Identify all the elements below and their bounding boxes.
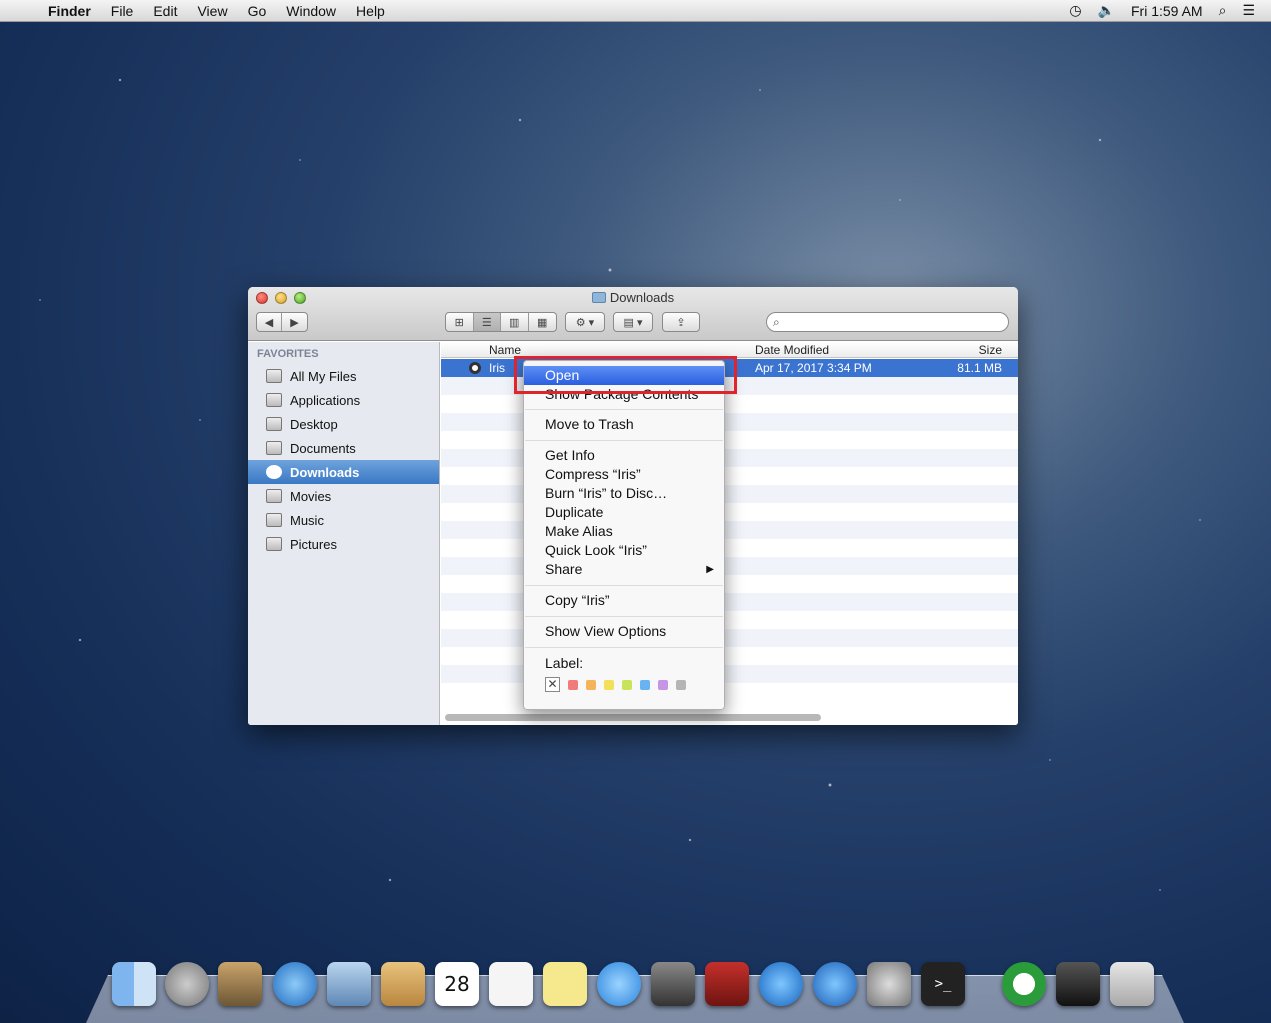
calendar-dock-icon[interactable]: 28	[435, 962, 479, 1006]
forward-button[interactable]: ▶	[282, 313, 307, 331]
menu-item-duplicate[interactable]: Duplicate	[524, 503, 724, 522]
menu-item-compress[interactable]: Compress “Iris”	[524, 465, 724, 484]
menu-go[interactable]: Go	[238, 3, 277, 19]
nav-buttons: ◀ ▶	[256, 312, 308, 332]
column-date-modified[interactable]: Date Modified	[755, 343, 829, 357]
sidebar: FAVORITES All My Files Applications Desk…	[248, 342, 440, 725]
icon-view-button[interactable]: ⊞	[446, 313, 474, 331]
menu-bar: Finder File Edit View Go Window Help ◷ 🔈…	[0, 0, 1271, 22]
share-button[interactable]: ⇪	[662, 312, 700, 332]
terminal-dock-icon[interactable]: >_	[921, 962, 965, 1006]
launchpad-dock-icon[interactable]	[165, 962, 209, 1006]
column-size[interactable]: Size	[979, 343, 1002, 357]
sidebar-item-pictures[interactable]: Pictures	[248, 532, 439, 556]
safari-dock-icon[interactable]	[273, 962, 317, 1006]
desktop-icon	[266, 417, 282, 431]
messages-dock-icon[interactable]	[597, 962, 641, 1006]
label-purple[interactable]	[658, 679, 668, 690]
downloads-icon	[266, 465, 282, 479]
volume-icon[interactable]: 🔈	[1098, 2, 1115, 19]
annotation-highlight-box	[514, 356, 737, 394]
coverflow-view-button[interactable]: ▦	[529, 313, 556, 331]
label-red[interactable]	[568, 679, 578, 690]
menu-window[interactable]: Window	[276, 3, 346, 19]
menu-app-finder[interactable]: Finder	[38, 3, 101, 19]
label-green[interactable]	[622, 679, 632, 690]
window-title: Downloads	[248, 290, 1018, 305]
menu-item-move-to-trash[interactable]: Move to Trash	[524, 415, 724, 434]
sidebar-item-music[interactable]: Music	[248, 508, 439, 532]
system-preferences-dock-icon[interactable]	[867, 962, 911, 1006]
menu-item-burn[interactable]: Burn “Iris” to Disc…	[524, 484, 724, 503]
arrange-button[interactable]: ▤ ▾	[613, 312, 653, 332]
sidebar-item-all-my-files[interactable]: All My Files	[248, 364, 439, 388]
column-name[interactable]: Name	[489, 343, 521, 357]
menu-item-show-view-options[interactable]: Show View Options	[524, 622, 724, 641]
menubar-clock[interactable]: Fri 1:59 AM	[1131, 3, 1203, 19]
menu-help[interactable]: Help	[346, 3, 395, 19]
label-gray[interactable]	[676, 679, 686, 690]
label-none-icon[interactable]: ✕	[545, 677, 560, 692]
action-button[interactable]: ⚙ ▾	[565, 312, 605, 332]
file-date: Apr 17, 2017 3:34 PM	[755, 361, 872, 375]
menu-item-get-info[interactable]: Get Info	[524, 446, 724, 465]
documents-icon	[266, 441, 282, 455]
list-view-button[interactable]: ☰	[473, 313, 501, 331]
iris-dock-icon[interactable]	[1002, 962, 1046, 1006]
trash-dock-icon[interactable]	[1110, 962, 1154, 1006]
search-input[interactable]: ⌕	[766, 312, 1009, 332]
mission-control-dock-icon[interactable]	[218, 962, 262, 1006]
sidebar-item-applications[interactable]: Applications	[248, 388, 439, 412]
photo-booth-dock-icon[interactable]	[705, 962, 749, 1006]
sidebar-item-documents[interactable]: Documents	[248, 436, 439, 460]
finder-dock-icon[interactable]	[112, 962, 156, 1006]
menu-item-copy[interactable]: Copy “Iris”	[524, 591, 724, 610]
horizontal-scrollbar[interactable]	[445, 714, 821, 721]
itunes-dock-icon[interactable]	[759, 962, 803, 1006]
window-toolbar: Downloads ◀ ▶ ⊞ ☰ ▥ ▦ ⚙ ▾ ▤ ▾ ⇪ ⌕	[248, 287, 1018, 341]
sidebar-heading: FAVORITES	[257, 348, 319, 360]
file-size: 81.1 MB	[957, 361, 1002, 375]
contacts-dock-icon[interactable]	[381, 962, 425, 1006]
submenu-arrow-icon: ▶	[706, 564, 714, 575]
menu-edit[interactable]: Edit	[143, 3, 187, 19]
music-icon	[266, 513, 282, 527]
mail-dock-icon[interactable]	[327, 962, 371, 1006]
menu-view[interactable]: View	[187, 3, 237, 19]
notes-dock-icon[interactable]	[543, 962, 587, 1006]
menu-item-label: Label:	[545, 655, 584, 671]
applications-icon	[266, 393, 282, 407]
context-menu: Open Show Package Contents Move to Trash…	[523, 360, 725, 710]
search-icon: ⌕	[773, 315, 780, 329]
menu-item-share[interactable]: Share ▶	[524, 560, 724, 579]
notification-center-icon[interactable]: ☰	[1242, 2, 1255, 19]
iris-app-icon	[469, 362, 481, 374]
sidebar-item-desktop[interactable]: Desktop	[248, 412, 439, 436]
facetime-dock-icon[interactable]	[651, 962, 695, 1006]
menu-item-make-alias[interactable]: Make Alias	[524, 522, 724, 541]
sidebar-item-downloads[interactable]: Downloads	[248, 460, 439, 484]
time-machine-icon[interactable]: ◷	[1069, 2, 1081, 19]
column-view-button[interactable]: ▥	[501, 313, 529, 331]
menu-item-quick-look[interactable]: Quick Look “Iris”	[524, 541, 724, 560]
app-store-dock-icon[interactable]	[813, 962, 857, 1006]
reminders-dock-icon[interactable]	[489, 962, 533, 1006]
pictures-icon	[266, 537, 282, 551]
back-button[interactable]: ◀	[257, 313, 283, 331]
label-colors: ✕	[545, 677, 686, 692]
sidebar-item-movies[interactable]: Movies	[248, 484, 439, 508]
file-name: Iris	[489, 361, 505, 375]
label-orange[interactable]	[586, 679, 596, 690]
all-files-icon	[266, 369, 282, 383]
menu-file[interactable]: File	[101, 3, 144, 19]
spotlight-icon[interactable]: ⌕	[1219, 2, 1227, 19]
folder-icon	[591, 292, 606, 303]
label-yellow[interactable]	[604, 679, 614, 690]
view-mode-control: ⊞ ☰ ▥ ▦	[445, 312, 557, 332]
movies-icon	[266, 489, 282, 503]
label-blue[interactable]	[640, 679, 650, 690]
downloads-stack-dock-icon[interactable]	[1056, 962, 1100, 1006]
